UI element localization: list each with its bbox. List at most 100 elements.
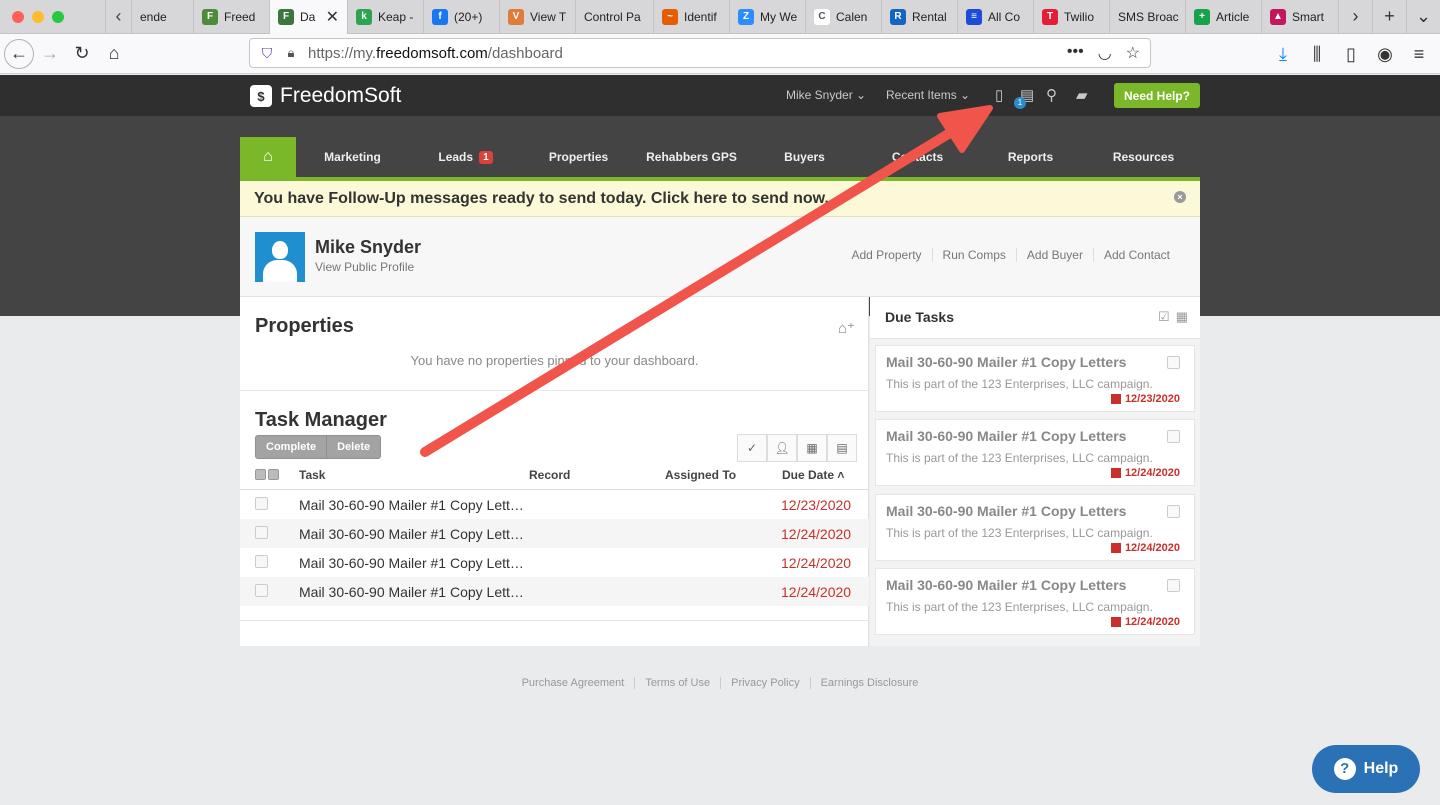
new-tab-icon[interactable]: + (1372, 0, 1406, 34)
browser-tab[interactable]: Control Pa (575, 0, 653, 34)
due-task-card[interactable]: Mail 30-60-90 Mailer #1 Copy Letters Thi… (875, 419, 1195, 486)
document-filter-icon[interactable]: ▤ (827, 434, 857, 462)
browser-tab[interactable]: + Article (1185, 0, 1261, 34)
browser-tab[interactable]: ende (131, 0, 193, 34)
downloads-icon[interactable]: ⤓ (1268, 38, 1298, 70)
column-header-record[interactable]: Record (529, 468, 570, 482)
tab-rehabbers-gps[interactable]: Rehabbers GPS (635, 137, 748, 177)
purchase-agreement-link[interactable]: Purchase Agreement (512, 677, 635, 689)
forward-arrow-icon[interactable]: → (34, 38, 66, 70)
tab-marketing[interactable]: Marketing (296, 137, 409, 177)
add-contact-link[interactable]: Add Contact (1092, 248, 1180, 262)
calendar-icon[interactable]: ▦ (1176, 309, 1188, 325)
tracking-shield-icon[interactable]: ⛉ (254, 45, 280, 62)
pocket-icon[interactable]: ◡ (1098, 43, 1112, 63)
search-magnifier-icon[interactable]: ⚲ (1046, 86, 1057, 104)
row-task-name[interactable]: Mail 30-60-90 Mailer #1 Copy Lett… (299, 497, 524, 513)
tab-list-chevron-icon[interactable]: ⌄ (1406, 0, 1440, 34)
browser-tab[interactable]: k Keap - (347, 0, 423, 34)
tab-scroll-right-icon[interactable]: › (1338, 0, 1372, 34)
complete-button[interactable]: Complete (255, 435, 328, 459)
due-task-card[interactable]: Mail 30-60-90 Mailer #1 Copy Letters Thi… (875, 494, 1195, 561)
bookmark-star-icon[interactable]: ☆ (1126, 43, 1140, 63)
row-checkbox[interactable] (255, 526, 268, 539)
column-header-task[interactable]: Task (299, 468, 325, 482)
due-task-title[interactable]: Mail 30-60-90 Mailer #1 Copy Letters (886, 428, 1126, 444)
zoom-window-button[interactable] (52, 10, 64, 23)
close-tab-icon[interactable]: ✕ (326, 7, 339, 27)
row-checkbox[interactable] (255, 555, 268, 568)
menu-hamburger-icon[interactable]: ≡ (1404, 38, 1434, 70)
dismiss-close-icon[interactable]: × (1174, 191, 1186, 203)
user-menu[interactable]: Mike Snyder ⌄ (786, 88, 866, 102)
table-row[interactable]: Mail 30-60-90 Mailer #1 Copy Lett… 12/24… (240, 519, 869, 548)
add-property-house-icon[interactable]: ⌂⁺ (838, 319, 855, 337)
tab-leads[interactable]: Leads 1 (409, 137, 522, 177)
freedomsoft-logo[interactable]: $ FreedomSoft (250, 84, 401, 108)
tab-properties[interactable]: Properties (522, 137, 635, 177)
select-all-checkbox[interactable] (255, 469, 279, 480)
row-checkbox[interactable] (255, 584, 268, 597)
due-task-checkbox[interactable] (1167, 579, 1180, 592)
browser-tab[interactable]: C Calen (805, 0, 881, 34)
mobile-phone-icon[interactable]: ▯ (995, 86, 1003, 104)
view-public-profile-link[interactable]: View Public Profile (315, 260, 414, 274)
row-checkbox[interactable] (255, 497, 268, 510)
tab-home[interactable]: ⌂ (240, 137, 296, 177)
chat-bubbles-icon[interactable]: ▰ (1076, 86, 1088, 104)
table-row[interactable]: Mail 30-60-90 Mailer #1 Copy Lett… 12/24… (240, 548, 869, 577)
due-task-checkbox[interactable] (1167, 356, 1180, 369)
close-window-button[interactable] (12, 10, 24, 23)
browser-tab[interactable]: V View T (499, 0, 575, 34)
url-text[interactable]: https://my.freedomsoft.com/dashboard (308, 45, 563, 62)
browser-tab[interactable]: f (20+) (423, 0, 499, 34)
sidebar-icon[interactable]: ▯ (1336, 38, 1366, 70)
tab-scroll-left-icon[interactable]: ‹ (105, 0, 131, 34)
table-row[interactable]: Mail 30-60-90 Mailer #1 Copy Lett… 12/24… (240, 577, 869, 606)
minimize-window-button[interactable] (32, 10, 44, 23)
column-header-due-date[interactable]: Due Date ˄ (782, 468, 844, 482)
tab-contacts[interactable]: Contacts (861, 137, 974, 177)
add-buyer-link[interactable]: Add Buyer (1015, 248, 1093, 262)
run-comps-link[interactable]: Run Comps (931, 248, 1016, 262)
check-filter-icon[interactable]: ✓ (737, 434, 767, 462)
due-task-checkbox[interactable] (1167, 505, 1180, 518)
avatar[interactable] (255, 232, 305, 282)
row-task-name[interactable]: Mail 30-60-90 Mailer #1 Copy Lett… (299, 526, 524, 542)
add-property-link[interactable]: Add Property (842, 248, 932, 262)
row-task-name[interactable]: Mail 30-60-90 Mailer #1 Copy Lett… (299, 584, 524, 600)
due-task-checkbox[interactable] (1167, 430, 1180, 443)
browser-tab[interactable]: ▲ Smart (1261, 0, 1337, 34)
browser-tab[interactable]: ~ Identif (653, 0, 729, 34)
browser-tab[interactable]: F Da ✕ (269, 0, 347, 34)
reload-icon[interactable]: ↻ (66, 38, 98, 70)
due-task-title[interactable]: Mail 30-60-90 Mailer #1 Copy Letters (886, 354, 1126, 370)
due-task-card[interactable]: Mail 30-60-90 Mailer #1 Copy Letters Thi… (875, 345, 1195, 412)
help-widget-button[interactable]: ? Help (1312, 745, 1420, 793)
privacy-policy-link[interactable]: Privacy Policy (720, 677, 809, 689)
address-bar[interactable]: ⛉ 🔒︎ https://my.freedomsoft.com/dashboar… (249, 38, 1151, 68)
browser-tab[interactable]: SMS Broac (1109, 0, 1185, 34)
browser-tab[interactable]: T Twilio (1033, 0, 1109, 34)
browser-tab[interactable]: F Freed (193, 0, 269, 34)
earnings-disclosure-link[interactable]: Earnings Disclosure (809, 677, 929, 689)
due-task-title[interactable]: Mail 30-60-90 Mailer #1 Copy Letters (886, 577, 1126, 593)
back-arrow-icon[interactable]: ← (4, 38, 34, 69)
calendar-filter-icon[interactable]: ▦ (797, 434, 827, 462)
due-task-card[interactable]: Mail 30-60-90 Mailer #1 Copy Letters Thi… (875, 568, 1195, 635)
column-header-assigned-to[interactable]: Assigned To (665, 468, 736, 482)
account-icon[interactable]: ◉ (1370, 38, 1400, 70)
due-task-title[interactable]: Mail 30-60-90 Mailer #1 Copy Letters (886, 503, 1126, 519)
browser-tab[interactable]: R Rental (881, 0, 957, 34)
followup-message[interactable]: You have Follow-Up messages ready to sen… (254, 190, 829, 208)
browser-tab[interactable]: Z My We (729, 0, 805, 34)
tab-buyers[interactable]: Buyers (748, 137, 861, 177)
terms-of-use-link[interactable]: Terms of Use (634, 677, 720, 689)
row-task-name[interactable]: Mail 30-60-90 Mailer #1 Copy Lett… (299, 555, 524, 571)
delete-button[interactable]: Delete (327, 435, 382, 459)
table-row[interactable]: Mail 30-60-90 Mailer #1 Copy Lett… 12/23… (240, 490, 869, 519)
browser-tab[interactable]: ≡ All Co (957, 0, 1033, 34)
library-icon[interactable]: ⫼ (1302, 38, 1332, 70)
lock-icon[interactable]: 🔒︎ (280, 45, 302, 61)
page-actions-icon[interactable]: ••• (1067, 43, 1084, 63)
